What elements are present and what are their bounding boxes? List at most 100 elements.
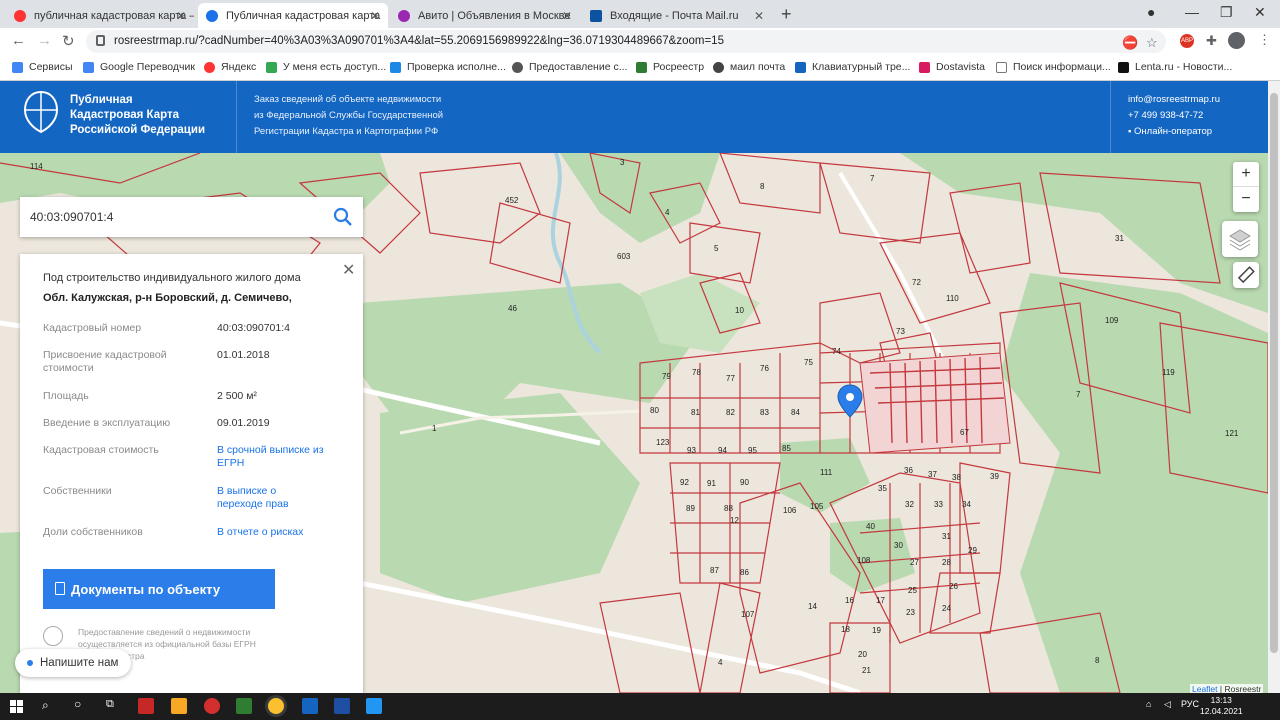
cortana-icon[interactable]: ○ bbox=[74, 697, 81, 711]
bookmark-item[interactable]: Клавиатурный тре... bbox=[795, 61, 910, 73]
language-indicator[interactable]: РУС bbox=[1181, 699, 1199, 709]
svg-text:106: 106 bbox=[783, 506, 797, 515]
network-icon[interactable]: ⌂ bbox=[1146, 699, 1151, 709]
bookmark-item[interactable]: Lenta.ru - Новости... bbox=[1118, 61, 1232, 73]
owners-label: Собственники bbox=[43, 485, 112, 497]
bookmark-item[interactable]: Росреестр bbox=[636, 61, 704, 73]
site-logo-icon[interactable] bbox=[23, 90, 59, 134]
write-us-label: Напишите нам bbox=[40, 657, 119, 669]
system-clock[interactable]: 13:13 12.04.2021 bbox=[1200, 695, 1243, 717]
tab-yandex[interactable]: публичная кадастровая карта – ✕ bbox=[6, 3, 194, 28]
layers-button[interactable] bbox=[1222, 221, 1258, 257]
close-tab-icon[interactable]: ✕ bbox=[562, 9, 572, 23]
svg-text:23: 23 bbox=[906, 608, 915, 617]
object-documents-button[interactable]: Документы по объекту bbox=[43, 569, 275, 609]
bookmark-item[interactable]: Поиск информаци... bbox=[996, 61, 1111, 73]
volume-icon[interactable]: ◁ bbox=[1164, 699, 1171, 710]
bookmark-star-icon[interactable]: ☆ bbox=[1146, 35, 1158, 51]
svg-text:28: 28 bbox=[942, 558, 951, 567]
urgent-extract-link[interactable]: В срочной выписке из ЕГРН bbox=[217, 444, 329, 470]
online-operator-link[interactable]: ▪ Онлайн-оператор bbox=[1128, 124, 1220, 140]
svg-text:86: 86 bbox=[740, 568, 749, 577]
zoom-out-button[interactable]: − bbox=[1233, 187, 1259, 212]
anydesk-icon[interactable] bbox=[204, 698, 220, 714]
write-us-chat-button[interactable]: Напишите нам bbox=[15, 649, 131, 677]
globe-icon bbox=[512, 61, 523, 73]
svg-text:46: 46 bbox=[508, 304, 517, 313]
svg-text:4: 4 bbox=[665, 208, 670, 217]
google-translate-icon bbox=[83, 61, 94, 73]
bookmark-item[interactable]: Сервисы bbox=[12, 61, 73, 73]
acrobat-icon[interactable] bbox=[138, 698, 154, 714]
svg-text:37: 37 bbox=[928, 470, 937, 479]
bookmark-item[interactable]: У меня есть доступ... bbox=[266, 61, 386, 73]
profile-indicator-icon[interactable]: ● bbox=[1147, 4, 1155, 20]
cadastral-search-input[interactable] bbox=[20, 197, 320, 237]
page-scrollbar[interactable] bbox=[1268, 81, 1280, 693]
tab-avito[interactable]: Авито | Объявления в Москве ✕ bbox=[390, 3, 580, 28]
url-field[interactable]: rosreestrmap.ru/?cadNumber=40%3A03%3A090… bbox=[86, 30, 1166, 53]
close-window-icon[interactable]: ✕ bbox=[1254, 4, 1266, 21]
cadastral-number-label: Кадастровый номер bbox=[43, 322, 142, 334]
file-explorer-icon[interactable] bbox=[171, 698, 187, 714]
site-brand[interactable]: Публичная Кадастровая Карта Российской Ф… bbox=[70, 93, 205, 138]
svg-text:95: 95 bbox=[748, 446, 757, 455]
risk-report-link[interactable]: В отчете о рисках bbox=[217, 526, 303, 539]
maximize-icon[interactable]: ❐ bbox=[1220, 4, 1233, 21]
reload-icon[interactable]: ↻ bbox=[62, 32, 75, 50]
close-tab-icon[interactable]: ✕ bbox=[370, 9, 380, 23]
minimize-icon[interactable]: — bbox=[1185, 4, 1199, 20]
outlook-icon[interactable] bbox=[302, 698, 318, 714]
menu-kebab-icon[interactable]: ⋮ bbox=[1258, 32, 1271, 48]
search-icon[interactable] bbox=[333, 207, 353, 227]
svg-text:75: 75 bbox=[804, 358, 813, 367]
email-link[interactable]: info@rosreestrmap.ru bbox=[1128, 92, 1220, 108]
svg-text:76: 76 bbox=[760, 364, 769, 373]
search-icon[interactable]: ⌕ bbox=[42, 698, 49, 713]
extensions-puzzle-icon[interactable]: ✚ bbox=[1206, 33, 1217, 49]
svg-text:4: 4 bbox=[718, 658, 723, 667]
profile-avatar-icon[interactable] bbox=[1228, 32, 1245, 49]
svg-text:74: 74 bbox=[832, 347, 841, 356]
word-icon[interactable] bbox=[334, 698, 350, 714]
page-icon bbox=[996, 61, 1007, 73]
bookmark-item[interactable]: Предоставление с... bbox=[512, 61, 627, 73]
egrn-logo-icon bbox=[43, 626, 63, 646]
ownership-transfer-link[interactable]: В выписке о переходе прав bbox=[217, 485, 317, 511]
svg-text:92: 92 bbox=[680, 478, 689, 487]
tab-active[interactable]: Публичная кадастровая карта ✕ bbox=[198, 3, 388, 28]
svg-text:3: 3 bbox=[620, 158, 625, 167]
new-tab-button[interactable]: + bbox=[781, 4, 792, 25]
close-tab-icon[interactable]: ✕ bbox=[754, 9, 764, 23]
bookmark-item[interactable]: Google Переводчик bbox=[83, 61, 195, 73]
task-view-icon[interactable]: ⧉ bbox=[106, 698, 114, 711]
bookmark-item[interactable]: Dostavista bbox=[919, 61, 985, 73]
translate-icon[interactable]: ⛔ bbox=[1122, 35, 1138, 51]
close-tab-icon[interactable]: ✕ bbox=[176, 9, 186, 23]
chrome-icon[interactable] bbox=[268, 698, 284, 714]
bookmark-item[interactable]: Проверка исполне... bbox=[390, 61, 506, 73]
bookmark-item[interactable]: Яндекс bbox=[204, 61, 256, 73]
close-icon[interactable]: ✕ bbox=[342, 260, 355, 280]
svg-text:27: 27 bbox=[910, 558, 919, 567]
svg-text:87: 87 bbox=[710, 566, 719, 575]
bookmark-item[interactable]: маил почта bbox=[713, 61, 785, 73]
phone-link[interactable]: +7 499 938-47-72 bbox=[1128, 108, 1220, 124]
app-window-icon[interactable] bbox=[366, 698, 382, 714]
object-address: Обл. Калужская, р-н Боровский, д. Семиче… bbox=[43, 292, 292, 304]
svg-text:10: 10 bbox=[735, 306, 744, 315]
forward-arrow-icon[interactable]: → bbox=[37, 32, 52, 49]
windows-start-icon[interactable] bbox=[10, 700, 23, 713]
apps-grid-icon bbox=[12, 61, 23, 73]
tab-mail[interactable]: Входящие - Почта Mail.ru ✕ bbox=[582, 3, 772, 28]
svg-text:5: 5 bbox=[714, 244, 719, 253]
svg-text:107: 107 bbox=[741, 610, 755, 619]
ruler-button[interactable] bbox=[1233, 262, 1259, 288]
cadastral-search-box bbox=[20, 197, 363, 237]
excel-icon[interactable] bbox=[236, 698, 252, 714]
zoom-in-button[interactable]: + bbox=[1233, 162, 1259, 187]
back-arrow-icon[interactable]: ← bbox=[11, 32, 26, 49]
adblock-icon[interactable]: ABP bbox=[1180, 34, 1194, 48]
scrollbar-thumb[interactable] bbox=[1270, 93, 1278, 653]
svg-text:90: 90 bbox=[740, 478, 749, 487]
